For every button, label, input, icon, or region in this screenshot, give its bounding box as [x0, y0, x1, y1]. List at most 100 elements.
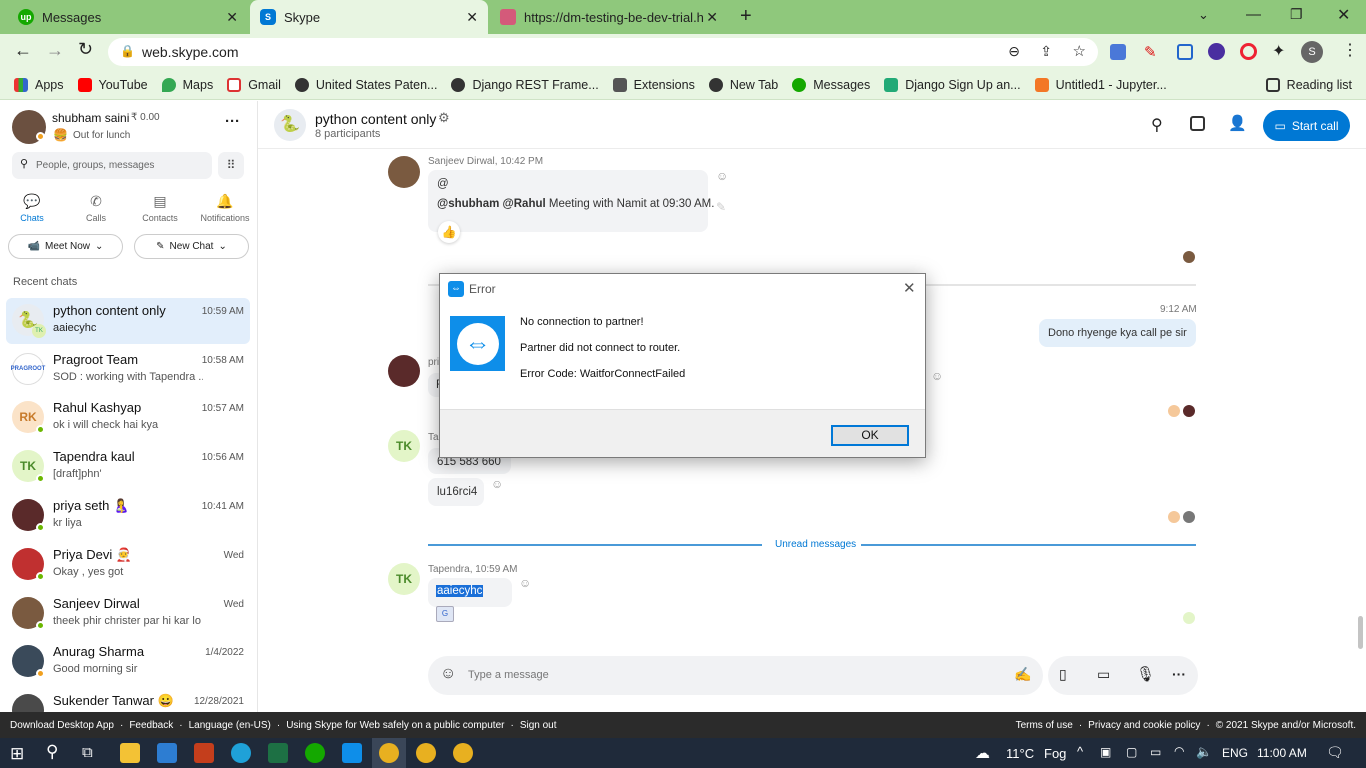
more-icon[interactable]: ···: [1172, 666, 1186, 682]
microphone-icon[interactable]: 🎙: [1136, 665, 1155, 683]
file-explorer-icon[interactable]: [120, 743, 140, 763]
profile-avatar[interactable]: S: [1301, 41, 1323, 63]
clock[interactable]: 11:00 AM: [1257, 746, 1307, 760]
message-bubble[interactable]: aaiecyhc: [428, 578, 512, 607]
reload-icon[interactable]: ↻: [78, 39, 93, 60]
chat-item-tapendra[interactable]: TK Tapendra kaul [draft]phn' 10:56 AM: [6, 444, 250, 490]
start-call-button[interactable]: ▭ Start call: [1263, 110, 1350, 141]
volume-icon[interactable]: 🔈: [1196, 744, 1212, 760]
footer-link[interactable]: Download Desktop App: [10, 720, 114, 731]
add-person-icon[interactable]: 👤: [1228, 114, 1247, 132]
message-bubble[interactable]: lu16rci4: [428, 478, 484, 506]
footer-link[interactable]: Privacy and cookie policy: [1088, 720, 1200, 731]
file-icon[interactable]: ▯: [1059, 666, 1067, 683]
avatar[interactable]: [388, 156, 420, 188]
wifi-icon[interactable]: ◠: [1174, 744, 1184, 758]
close-icon[interactable]: ✕: [903, 279, 916, 297]
avatar[interactable]: TK: [388, 430, 420, 462]
python-icon[interactable]: 🐍: [274, 109, 306, 141]
smiley-icon[interactable]: ☺: [519, 576, 531, 590]
smiley-icon[interactable]: ☺: [491, 477, 503, 491]
new-chat-button[interactable]: ✎ New Chat ⌄: [134, 234, 249, 259]
chat-item-priya-devi[interactable]: Priya Devi 🧑‍🎄 Okay , yes got Wed: [6, 542, 250, 588]
chat-item-anurag[interactable]: Anurag Sharma Good morning sir 1/4/2022: [6, 639, 250, 685]
minimize-icon[interactable]: —: [1246, 6, 1261, 23]
tab-notifications[interactable]: 🔔 Notifications: [200, 193, 250, 223]
back-icon[interactable]: ←: [14, 40, 32, 61]
ok-button[interactable]: OK: [831, 425, 909, 446]
bookmark-django-signup[interactable]: Django Sign Up an...: [884, 77, 1021, 92]
meet-now-button[interactable]: 📹 Meet Now ⌄: [8, 234, 123, 259]
format-icon[interactable]: ✍: [1014, 666, 1031, 683]
tab-contacts[interactable]: ▤ Contacts: [140, 193, 180, 223]
search-icon[interactable]: ⚲: [1151, 115, 1163, 135]
url-input[interactable]: 🔒 web.skype.com ⊖ ⇪ ☆: [108, 38, 1098, 66]
upwork-icon[interactable]: [305, 743, 325, 763]
more-options-icon[interactable]: ···: [225, 113, 240, 130]
star-icon[interactable]: ☆: [1073, 42, 1086, 60]
footer-link[interactable]: Using Skype for Web safely on a public c…: [286, 720, 504, 731]
language-indicator[interactable]: ENG: [1222, 746, 1248, 760]
gear-icon[interactable]: ⚙: [438, 110, 450, 126]
contact-card-icon[interactable]: ▭: [1097, 666, 1110, 683]
new-tab-icon[interactable]: +: [740, 5, 752, 28]
tray-icon[interactable]: ▣: [1100, 745, 1111, 759]
chat-item-pragroot[interactable]: PRAGROOT Pragroot Team SOD : working wit…: [6, 347, 250, 393]
bookmark-jupyter[interactable]: Untitled1 - Jupyter...: [1034, 77, 1167, 92]
chevron-down-icon[interactable]: ⌄: [1198, 7, 1209, 23]
footer-link[interactable]: Terms of use: [1016, 720, 1073, 731]
translate-icon[interactable]: G: [436, 606, 454, 622]
pen-ext-icon[interactable]: ✎: [1144, 43, 1157, 61]
forward-icon[interactable]: →: [46, 40, 64, 61]
reading-list[interactable]: Reading list: [1265, 77, 1352, 92]
menu-icon[interactable]: ⋮: [1342, 40, 1358, 60]
chrome-icon[interactable]: [453, 743, 473, 763]
excel-icon[interactable]: [268, 743, 288, 763]
chat-item-priya-seth[interactable]: priya seth 🤱 kr liya 10:41 AM: [6, 493, 250, 539]
wps-icon[interactable]: [194, 743, 214, 763]
translate-ext-icon[interactable]: [1110, 44, 1126, 60]
edit-icon[interactable]: ✎: [716, 200, 726, 214]
temperature[interactable]: 11°C: [1006, 746, 1034, 761]
bookmark-messages[interactable]: Messages: [792, 77, 870, 92]
chrome-icon[interactable]: [379, 743, 399, 763]
tray-icon[interactable]: ▢: [1126, 745, 1137, 759]
recent-chats-header[interactable]: Recent chats: [13, 276, 77, 288]
footer-link[interactable]: Sign out: [520, 720, 557, 731]
teamviewer-icon[interactable]: [342, 743, 362, 763]
weather-label[interactable]: Fog: [1044, 746, 1066, 761]
emoji-icon[interactable]: ☺: [440, 665, 456, 683]
participants-count[interactable]: 8 participants: [315, 128, 380, 140]
chat-item-rahul[interactable]: RK Rahul Kashyap ok i will check hai kya…: [6, 395, 250, 441]
notification-center-icon[interactable]: 🗨: [1326, 744, 1344, 761]
bookmark-apps[interactable]: Apps: [14, 77, 64, 92]
message-composer[interactable]: ☺ Type a message ✍: [428, 656, 1043, 695]
gallery-icon[interactable]: [1190, 116, 1205, 131]
restore-icon[interactable]: ❐: [1290, 6, 1303, 23]
avatar[interactable]: [388, 355, 420, 387]
message-bubble[interactable]: @ @shubham @Rahul Meeting with Namit at …: [428, 170, 714, 232]
search-input[interactable]: ⚲ People, groups, messages: [12, 152, 212, 179]
chevron-up-icon[interactable]: ^: [1077, 744, 1083, 759]
footer-link[interactable]: Language (en-US): [189, 720, 271, 731]
close-icon[interactable]: ✕: [466, 9, 478, 26]
bookmark-extensions[interactable]: Extensions: [612, 77, 695, 92]
scrollbar[interactable]: [1358, 616, 1363, 649]
bookmark-django-rest[interactable]: Django REST Frame...: [451, 77, 599, 92]
bookmark-patent[interactable]: United States Paten...: [294, 77, 437, 92]
smiley-icon[interactable]: ☺: [931, 369, 943, 383]
avatar[interactable]: TK: [388, 563, 420, 595]
extensions-icon[interactable]: ✦: [1272, 41, 1285, 61]
screen-ext-icon[interactable]: [1177, 44, 1193, 60]
windows-start-icon[interactable]: ⊞: [10, 744, 24, 764]
vscode-icon[interactable]: [157, 743, 177, 763]
conversation-title[interactable]: python content only: [315, 111, 436, 127]
tab-calls[interactable]: ✆ Calls: [78, 193, 114, 223]
bookmark-newtab[interactable]: New Tab: [708, 77, 778, 92]
bookmark-youtube[interactable]: YouTube: [77, 77, 148, 92]
zoom-icon[interactable]: ⊖: [1008, 43, 1020, 60]
chat-item-python[interactable]: 🐍 TK python content only aaiecyhc 10:59 …: [6, 298, 250, 344]
task-view-icon[interactable]: ⧉: [82, 744, 93, 761]
footer-link[interactable]: Feedback: [129, 720, 173, 731]
smiley-icon[interactable]: ☺: [716, 169, 728, 183]
